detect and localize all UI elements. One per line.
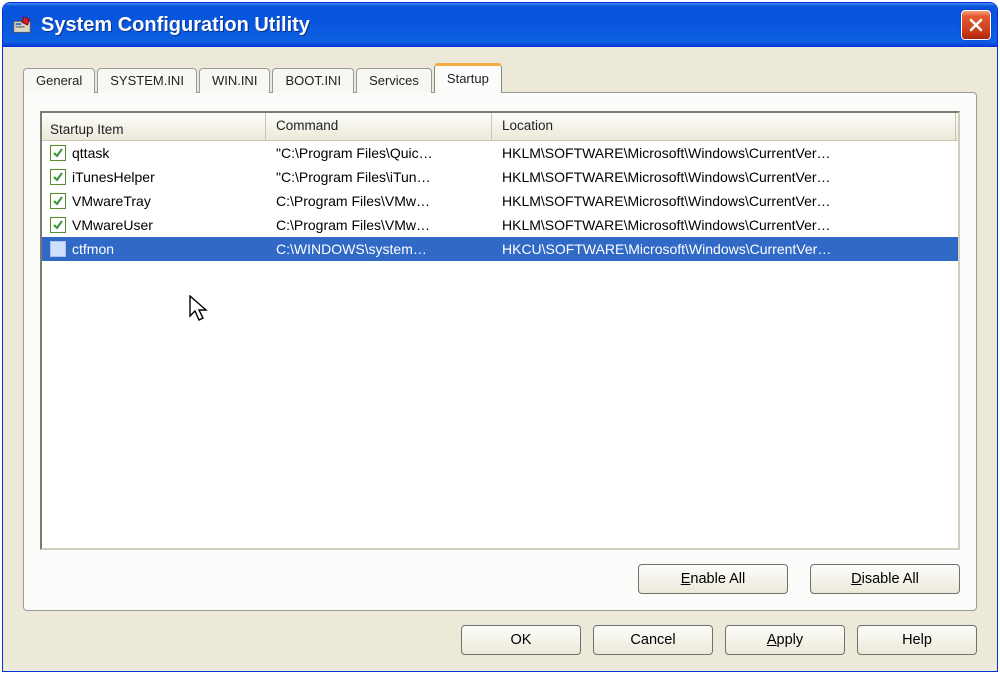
startup-row[interactable]: qttask "C:\Program Files\Quic… HKLM\SOFT… (42, 141, 958, 165)
window-title: System Configuration Utility (41, 14, 961, 37)
tab-general[interactable]: General (23, 68, 95, 93)
column-header-startup-item[interactable]: Startup Item (42, 113, 266, 140)
tab-strip: General SYSTEM.INI WIN.INI BOOT.INI Serv… (23, 63, 977, 92)
dialog-button-row: OK Cancel Apply Help (23, 625, 977, 655)
tab-win-ini[interactable]: WIN.INI (199, 68, 271, 93)
tab-boot-ini[interactable]: BOOT.INI (272, 68, 354, 93)
startup-item-name: qttask (72, 145, 109, 161)
app-icon (11, 14, 33, 36)
checkbox-icon[interactable] (50, 241, 66, 257)
startup-item-name: VMwareUser (72, 217, 153, 233)
help-button[interactable]: Help (857, 625, 977, 655)
disable-all-button[interactable]: Disable All (810, 564, 960, 594)
panel-button-row: Enable All Disable All (40, 564, 960, 594)
titlebar[interactable]: System Configuration Utility (3, 3, 997, 47)
startup-item-name: iTunesHelper (72, 169, 155, 185)
startup-item-command: C:\WINDOWS\system… (266, 241, 492, 257)
startup-listview[interactable]: Startup Item Command Location qttask "C:… (40, 111, 960, 550)
startup-item-location: HKLM\SOFTWARE\Microsoft\Windows\CurrentV… (492, 193, 956, 209)
tab-startup[interactable]: Startup (434, 64, 502, 93)
startup-row[interactable]: iTunesHelper "C:\Program Files\iTun… HKL… (42, 165, 958, 189)
startup-item-command: "C:\Program Files\Quic… (266, 145, 492, 161)
startup-row[interactable]: VMwareUser C:\Program Files\VMw… HKLM\SO… (42, 213, 958, 237)
startup-item-location: HKCU\SOFTWARE\Microsoft\Windows\CurrentV… (492, 241, 956, 257)
apply-button[interactable]: Apply (725, 625, 845, 655)
startup-item-command: "C:\Program Files\iTun… (266, 169, 492, 185)
close-button[interactable] (961, 10, 991, 40)
tab-panel-startup: Startup Item Command Location qttask "C:… (23, 92, 977, 611)
column-header-location[interactable]: Location (492, 113, 956, 140)
cancel-button[interactable]: Cancel (593, 625, 713, 655)
startup-item-location: HKLM\SOFTWARE\Microsoft\Windows\CurrentV… (492, 145, 956, 161)
ok-button[interactable]: OK (461, 625, 581, 655)
listview-header: Startup Item Command Location (42, 113, 958, 141)
startup-item-command: C:\Program Files\VMw… (266, 193, 492, 209)
checkbox-icon[interactable] (50, 169, 66, 185)
window-frame: System Configuration Utility General SYS… (2, 2, 998, 672)
startup-item-command: C:\Program Files\VMw… (266, 217, 492, 233)
startup-row[interactable]: ctfmon C:\WINDOWS\system… HKCU\SOFTWARE\… (42, 237, 958, 261)
client-area: General SYSTEM.INI WIN.INI BOOT.INI Serv… (3, 47, 997, 671)
checkbox-icon[interactable] (50, 217, 66, 233)
checkbox-icon[interactable] (50, 193, 66, 209)
checkbox-icon[interactable] (50, 145, 66, 161)
startup-row[interactable]: VMwareTray C:\Program Files\VMw… HKLM\SO… (42, 189, 958, 213)
column-header-command[interactable]: Command (266, 113, 492, 140)
listview-body: qttask "C:\Program Files\Quic… HKLM\SOFT… (42, 141, 958, 548)
startup-item-name: VMwareTray (72, 193, 151, 209)
startup-item-location: HKLM\SOFTWARE\Microsoft\Windows\CurrentV… (492, 217, 956, 233)
tab-services[interactable]: Services (356, 68, 432, 93)
startup-item-name: ctfmon (72, 241, 114, 257)
enable-all-button[interactable]: Enable All (638, 564, 788, 594)
tab-system-ini[interactable]: SYSTEM.INI (97, 68, 197, 93)
startup-item-location: HKLM\SOFTWARE\Microsoft\Windows\CurrentV… (492, 169, 956, 185)
